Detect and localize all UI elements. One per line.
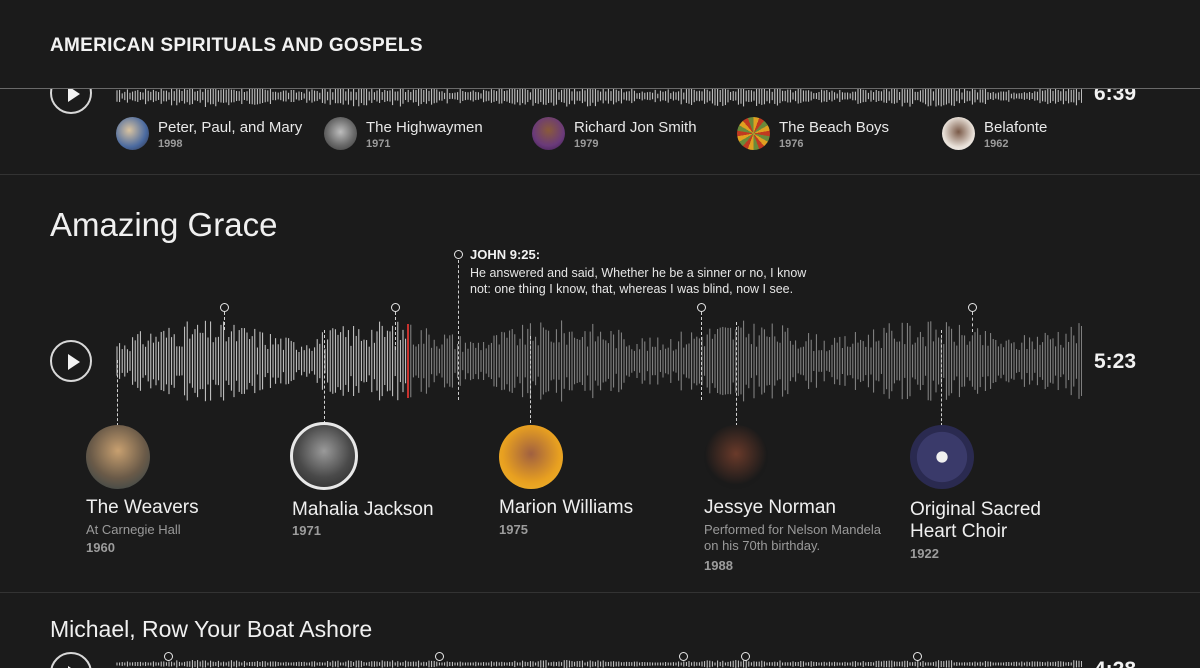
artist-year: 1976 bbox=[779, 138, 804, 150]
artist-year: 1979 bbox=[574, 138, 599, 150]
marker-line bbox=[395, 312, 396, 350]
page-title: AMERICAN SPIRITUALS AND GOSPELS bbox=[50, 35, 423, 56]
annotation-marker-active[interactable] bbox=[454, 250, 463, 259]
annotation-marker[interactable] bbox=[391, 303, 400, 312]
duration-amazing-grace: 5:23 bbox=[1094, 350, 1137, 373]
artist-year: 1962 bbox=[984, 138, 1009, 150]
artist-name: The Highwaymen bbox=[366, 119, 483, 136]
verse-text: He answered and said, Whether he be a si… bbox=[470, 266, 807, 296]
artist-name: Peter, Paul, and Mary bbox=[158, 119, 303, 136]
site-header: AMERICAN SPIRITUALS AND GOSPELS bbox=[0, 0, 1200, 89]
annotation-marker[interactable] bbox=[220, 303, 229, 312]
artist-year: 1971 bbox=[292, 523, 321, 538]
artist-year: 1988 bbox=[704, 558, 733, 573]
annotation-marker[interactable] bbox=[679, 652, 688, 661]
marker-line bbox=[701, 312, 702, 400]
artist-name: Mahalia Jackson bbox=[292, 499, 434, 520]
avatar bbox=[499, 425, 563, 489]
section-divider bbox=[0, 174, 1200, 175]
annotation-marker[interactable] bbox=[741, 652, 750, 661]
artist-year: 1971 bbox=[366, 138, 391, 150]
duration-michael-row: 4:28 bbox=[1094, 658, 1136, 668]
artist-year: 1960 bbox=[86, 540, 115, 555]
play-button-michael-row[interactable] bbox=[50, 652, 92, 668]
artist-year: 1922 bbox=[910, 546, 939, 561]
section-divider bbox=[0, 592, 1200, 593]
artist-mahalia-jackson[interactable]: Mahalia Jackson 1971 bbox=[290, 422, 470, 542]
marker-line bbox=[972, 312, 973, 332]
avatar bbox=[116, 117, 149, 150]
annotation-marker[interactable] bbox=[164, 652, 173, 661]
marker-line bbox=[458, 260, 459, 400]
avatar bbox=[86, 425, 150, 489]
artist-name: Richard Jon Smith bbox=[574, 119, 697, 136]
waveform-amazing-grace[interactable] bbox=[116, 320, 1082, 402]
artist-name: The Beach Boys bbox=[779, 119, 890, 136]
artist-connector-line bbox=[117, 360, 118, 426]
song-title-michael-row-your-boat-ashore: Michael, Row Your Boat Ashore bbox=[50, 616, 373, 642]
marker-line bbox=[224, 312, 225, 330]
artist-name: Marion Williams bbox=[499, 497, 634, 518]
annotation-marker[interactable] bbox=[913, 652, 922, 661]
artist-name: Belafonte bbox=[984, 119, 1048, 136]
annotation-marker[interactable] bbox=[968, 303, 977, 312]
song-title-amazing-grace: Amazing Grace bbox=[50, 206, 278, 243]
artist-name: Jessye Norman bbox=[704, 497, 836, 518]
artist-connector-line bbox=[736, 322, 737, 426]
annotation-marker[interactable] bbox=[435, 652, 444, 661]
avatar bbox=[532, 117, 565, 150]
avatar bbox=[737, 117, 770, 150]
record-label-icon bbox=[910, 425, 974, 489]
artist-note: Performed for Nelson Mandela on his 70th… bbox=[704, 522, 882, 553]
waveform-michael-row[interactable] bbox=[116, 660, 1082, 668]
avatar bbox=[324, 117, 357, 150]
artist-connector-line bbox=[324, 330, 325, 424]
artist-connector-line bbox=[530, 336, 531, 428]
artist-the-weavers[interactable]: The Weavers At Carnegie Hall 1960 bbox=[86, 425, 266, 565]
avatar bbox=[290, 422, 358, 490]
annotation-marker[interactable] bbox=[697, 303, 706, 312]
artist-jessye-norman[interactable]: Jessye Norman Performed for Nelson Mande… bbox=[704, 425, 894, 575]
artist-original-sacred-heart-choir[interactable]: Original Sacred Heart Choir 1922 bbox=[910, 425, 1100, 565]
artist-marion-williams[interactable]: Marion Williams 1975 bbox=[499, 425, 679, 545]
artist-note: At Carnegie Hall bbox=[86, 522, 181, 537]
artist-year: 1975 bbox=[499, 522, 528, 537]
artist-connector-line bbox=[941, 330, 942, 426]
avatar bbox=[942, 117, 975, 150]
avatar bbox=[704, 425, 768, 489]
artist-year: 1998 bbox=[158, 138, 183, 150]
artist-name: The Weavers bbox=[86, 497, 199, 518]
artist-name: Original Sacred Heart Choir bbox=[910, 499, 1041, 542]
play-button-amazing-grace[interactable] bbox=[50, 340, 92, 382]
verse-reference: JOHN 9:25: bbox=[470, 247, 541, 262]
